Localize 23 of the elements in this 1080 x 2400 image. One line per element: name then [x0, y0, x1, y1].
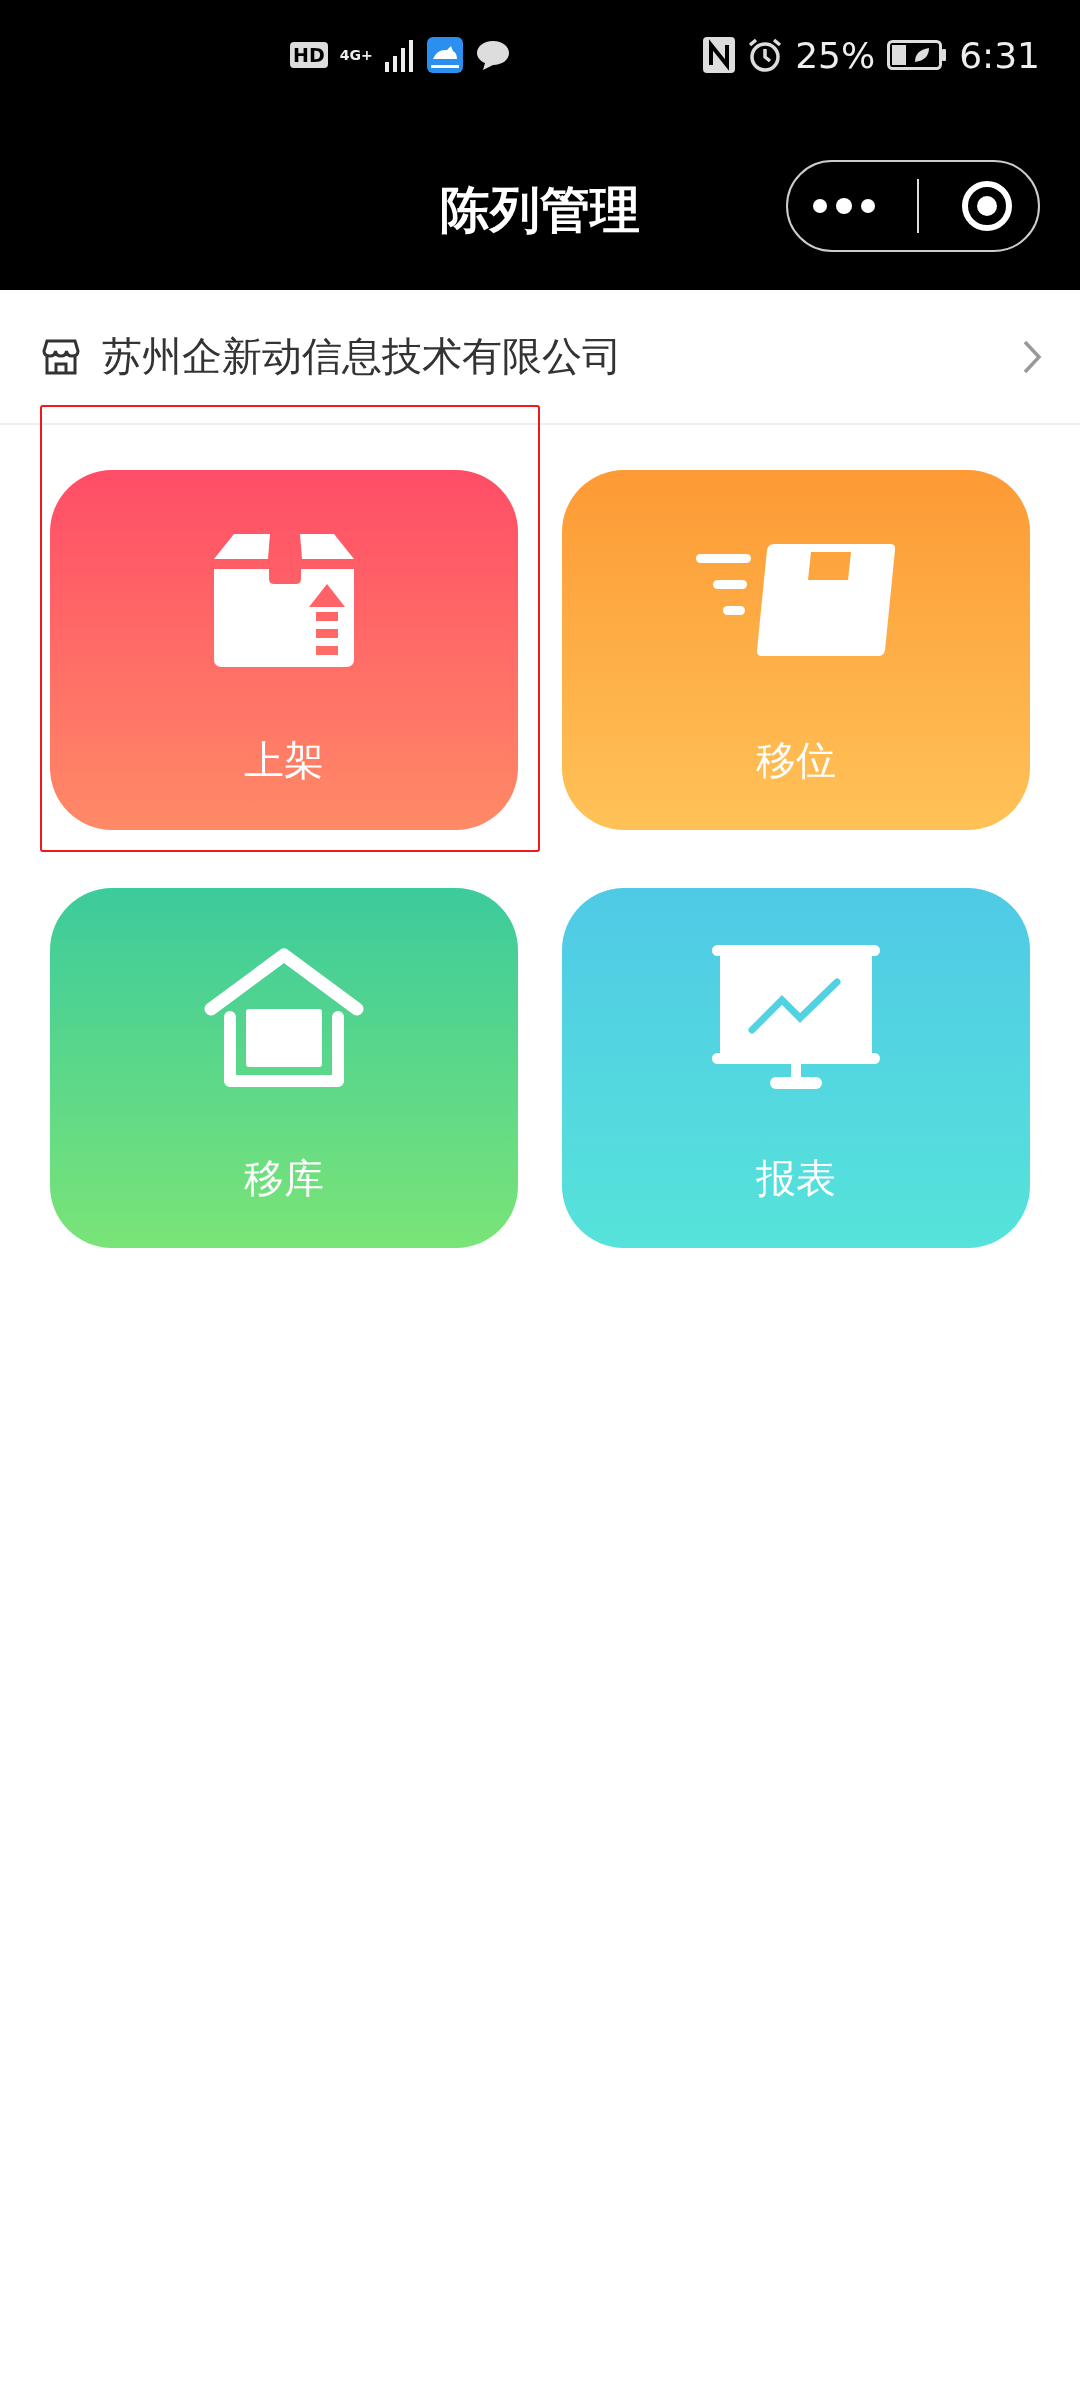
nfc-icon [703, 37, 736, 73]
hd-badge: HD [290, 42, 328, 68]
chevron-right-icon [1022, 338, 1042, 375]
dots-icon [812, 198, 877, 214]
clock-time: 6:31 [959, 34, 1040, 76]
chat-bubble-icon [474, 39, 511, 71]
store-icon [42, 338, 80, 375]
alarm-icon [747, 37, 784, 73]
battery-percent: 25% [795, 34, 876, 76]
signal-icon [384, 38, 415, 72]
battery-icon [887, 40, 948, 70]
moving-box-icon [696, 544, 896, 656]
network-label: 4G+ [339, 48, 373, 62]
box-arrow-icon [214, 533, 354, 667]
menu-tile[interactable]: 移库 [50, 888, 518, 1248]
target-icon [959, 179, 1014, 233]
menu-tile[interactable]: 移位 [562, 470, 1030, 830]
menu-tile[interactable]: 报表 [562, 888, 1030, 1248]
chart-board-icon [712, 945, 880, 1091]
app-icon [426, 37, 463, 73]
menu-tile[interactable]: 上架 [50, 470, 518, 830]
warehouse-icon [204, 947, 364, 1089]
page-title: 陈列管理 [440, 179, 640, 241]
